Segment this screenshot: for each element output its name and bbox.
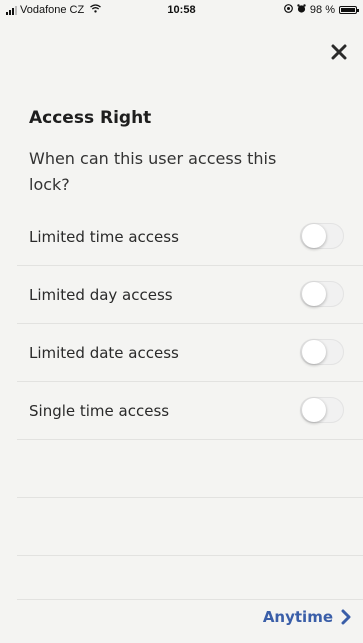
option-label: Single time access: [29, 402, 170, 420]
option-row-limited-date[interactable]: Limited date access: [17, 324, 363, 382]
battery-level: [341, 8, 355, 12]
limited-date-toggle[interactable]: [300, 339, 344, 365]
option-label: Limited time access: [29, 228, 179, 246]
chevron-right-icon: [341, 609, 351, 625]
option-row-single-time[interactable]: Single time access: [17, 382, 363, 440]
option-row-limited-time[interactable]: Limited time access: [17, 208, 363, 266]
close-button[interactable]: [325, 38, 353, 66]
toggle-knob: [302, 282, 326, 306]
toggle-knob: [302, 340, 326, 364]
toggle-knob: [302, 398, 326, 422]
option-label: Limited day access: [29, 286, 173, 304]
anytime-label: Anytime: [262, 608, 333, 626]
close-icon: [331, 44, 347, 60]
battery-percent: 98 %: [309, 4, 335, 16]
limited-time-toggle[interactable]: [300, 223, 344, 249]
divider: [17, 555, 363, 556]
battery-icon: [339, 6, 359, 14]
anytime-button[interactable]: Anytime: [263, 608, 351, 626]
location-icon: [284, 4, 293, 16]
toggle-knob: [302, 224, 326, 248]
divider: [17, 599, 363, 600]
access-options-list: Limited time access Limited day access L…: [0, 208, 363, 440]
single-time-toggle[interactable]: [300, 397, 344, 423]
option-row-limited-day[interactable]: Limited day access: [17, 266, 363, 324]
page-subtitle: When can this user access this lock?: [29, 149, 277, 194]
option-label: Limited date access: [29, 344, 179, 362]
status-bar-right: 98 %: [284, 4, 359, 16]
divider: [17, 497, 363, 498]
limited-day-toggle[interactable]: [300, 281, 344, 307]
page-title: Access Right: [29, 108, 152, 128]
status-bar: Vodafone CZ 10:58 98 %: [0, 0, 363, 20]
alarm-icon: [297, 4, 306, 16]
